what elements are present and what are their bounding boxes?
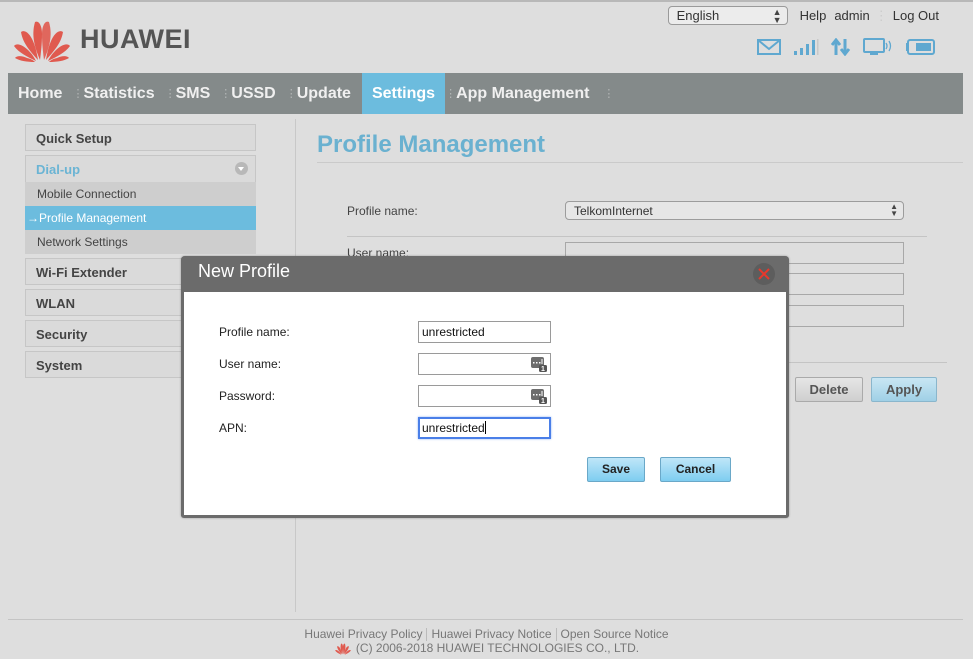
sidebar-item-label: Dial-up bbox=[36, 162, 81, 177]
copyright-text: (C) 2006-2018 HUAWEI TECHNOLOGIES CO., L… bbox=[355, 641, 640, 655]
top-bar: English ▲ ▼ Help admin ⋮ Log Out bbox=[667, 6, 943, 25]
sidebar-item-dial-up[interactable]: Dial-up bbox=[25, 155, 256, 182]
close-button[interactable] bbox=[753, 263, 775, 285]
dialog-title: New Profile bbox=[198, 261, 291, 281]
sidebar-item-network-settings[interactable]: Network Settings bbox=[25, 230, 256, 254]
nav-sms[interactable]: SMS bbox=[166, 73, 221, 114]
svg-text:1: 1 bbox=[541, 366, 545, 372]
nav-home[interactable]: Home bbox=[8, 73, 72, 114]
privacy-notice-link[interactable]: Huawei Privacy Notice bbox=[431, 627, 551, 641]
open-source-notice-link[interactable]: Open Source Notice bbox=[561, 627, 669, 641]
huawei-small-logo-icon bbox=[334, 643, 351, 655]
cancel-button[interactable]: Cancel bbox=[660, 457, 731, 482]
copyright: (C) 2006-2018 HUAWEI TECHNOLOGIES CO., L… bbox=[0, 641, 973, 655]
separator bbox=[555, 628, 557, 642]
language-value: English bbox=[676, 8, 720, 23]
select-arrows-icon: ▲ ▼ bbox=[890, 202, 898, 218]
signal-strength-icon bbox=[794, 39, 819, 55]
svg-text:1: 1 bbox=[541, 398, 545, 404]
mail-icon[interactable] bbox=[757, 39, 781, 55]
help-link[interactable]: Help bbox=[800, 8, 827, 23]
battery-icon bbox=[906, 39, 935, 55]
profile-name-label: Profile name: bbox=[219, 325, 290, 339]
close-icon bbox=[758, 268, 770, 280]
footer-links: Huawei Privacy Policy Huawei Privacy Noti… bbox=[0, 627, 973, 642]
sidebar-item-quick-setup[interactable]: Quick Setup bbox=[25, 124, 256, 151]
separator: ⋮ bbox=[874, 7, 888, 23]
brand-name: HUAWEI bbox=[80, 23, 191, 54]
save-button[interactable]: Save bbox=[587, 457, 645, 482]
user-link[interactable]: admin bbox=[834, 8, 869, 23]
apn-value: unrestricted bbox=[422, 421, 485, 435]
footer-divider bbox=[8, 619, 963, 620]
sidebar-item-mobile-connection[interactable]: Mobile Connection bbox=[25, 182, 256, 206]
status-icons bbox=[757, 38, 935, 56]
nav-divider bbox=[603, 73, 604, 114]
huawei-logo: HUAWEI bbox=[13, 16, 191, 62]
apn-input[interactable]: unrestricted bbox=[418, 417, 551, 439]
profile-name-input[interactable]: unrestricted bbox=[418, 321, 551, 343]
separator bbox=[426, 628, 428, 642]
profile-select-value: TelkomInternet bbox=[574, 204, 653, 218]
privacy-policy-link[interactable]: Huawei Privacy Policy bbox=[304, 627, 422, 641]
keyboard-input-icon[interactable]: 1 bbox=[531, 389, 547, 404]
nav-ussd[interactable]: USSD bbox=[221, 73, 285, 114]
huawei-flower-icon bbox=[14, 21, 70, 62]
profile-select[interactable]: TelkomInternet ▲ ▼ bbox=[565, 201, 904, 220]
dialog-header: New Profile bbox=[181, 256, 789, 292]
page-title: Profile Management bbox=[317, 131, 546, 158]
nav-app-management[interactable]: App Management bbox=[446, 73, 599, 114]
language-select[interactable]: English ▲ ▼ bbox=[667, 6, 788, 25]
dial-up-submenu: Mobile Connection →Profile Management Ne… bbox=[25, 182, 256, 254]
new-profile-dialog: New Profile Profile name: unrestricted U… bbox=[181, 256, 789, 518]
wifi-device-icon bbox=[863, 38, 892, 55]
username-label: User name: bbox=[219, 357, 282, 371]
nav-settings[interactable]: Settings bbox=[361, 73, 446, 114]
profile-name-label: Profile name: bbox=[347, 204, 418, 218]
text-caret bbox=[484, 421, 486, 434]
nav-statistics[interactable]: Statistics bbox=[73, 73, 164, 114]
data-transfer-icon bbox=[831, 38, 851, 56]
logout-link[interactable]: Log Out bbox=[893, 8, 939, 23]
title-divider bbox=[317, 162, 963, 163]
form-divider bbox=[347, 236, 927, 237]
password-input[interactable]: 1 bbox=[418, 385, 551, 407]
select-arrows-icon: ▲ ▼ bbox=[772, 7, 782, 25]
main-nav: Home Statistics SMS USSD Update Settings… bbox=[8, 73, 963, 114]
collapse-icon[interactable] bbox=[235, 162, 248, 175]
delete-button[interactable]: Delete bbox=[795, 377, 863, 402]
username-input[interactable]: 1 bbox=[418, 353, 551, 375]
nav-update[interactable]: Update bbox=[287, 73, 361, 114]
keyboard-input-icon[interactable]: 1 bbox=[531, 357, 547, 372]
password-label: Password: bbox=[219, 389, 276, 403]
sidebar-item-profile-management[interactable]: →Profile Management bbox=[25, 206, 256, 230]
apply-button[interactable]: Apply bbox=[871, 377, 937, 402]
apn-label: APN: bbox=[219, 421, 248, 435]
